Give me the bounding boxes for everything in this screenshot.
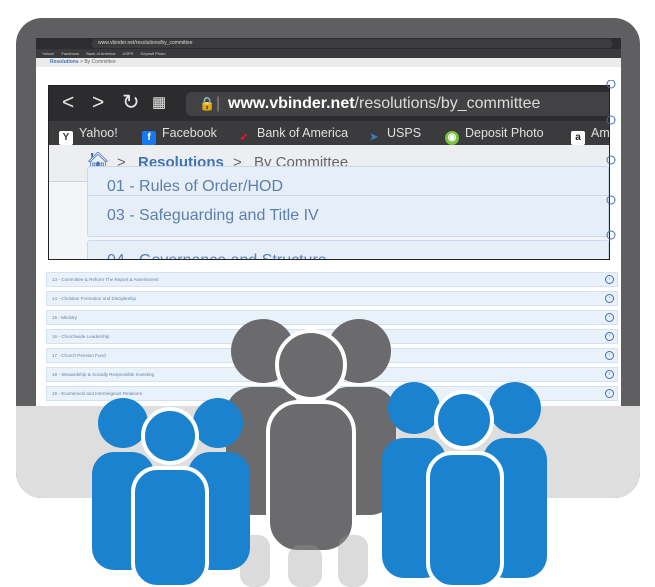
person-blue-right-front: [426, 390, 504, 587]
person-grey-center: [266, 329, 356, 554]
person-blue-left-front: [131, 407, 209, 587]
people-illustration: [92, 319, 547, 587]
